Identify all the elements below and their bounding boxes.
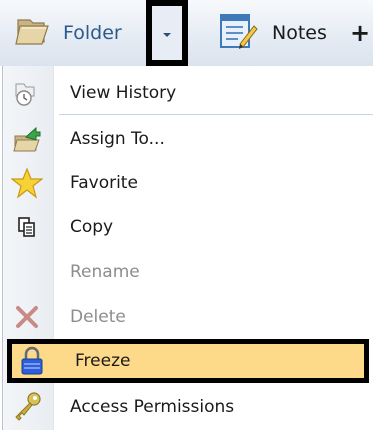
menu-item-label: Access Permissions [70, 397, 235, 417]
menu-item-view-history[interactable]: View History [3, 72, 373, 114]
folder-dropdown-button[interactable] [146, 0, 188, 66]
menu-item-freeze[interactable]: Freeze [7, 339, 369, 383]
menu-item-delete: Delete [3, 296, 373, 338]
menu-item-label: Favorite [70, 173, 138, 193]
folder-icon [14, 14, 54, 52]
add-button[interactable]: + [350, 18, 370, 48]
menu-item-rename: Rename [3, 251, 373, 293]
key-icon [11, 391, 43, 423]
menu-item-access-permissions[interactable]: Access Permissions [3, 386, 373, 428]
lock-icon [16, 345, 48, 377]
notes-icon [218, 12, 258, 54]
folder-button[interactable]: Folder [14, 13, 122, 53]
notes-button[interactable]: Notes [218, 13, 327, 53]
menu-item-assign-to[interactable]: Assign To... [3, 118, 373, 160]
chevron-down-icon [161, 24, 173, 43]
delete-icon [11, 301, 43, 333]
notes-label: Notes [272, 22, 327, 44]
menu-item-copy[interactable]: Copy [3, 206, 373, 248]
menu-item-label: Delete [70, 307, 126, 327]
toolbar: Folder Notes + [0, 0, 373, 66]
star-icon [11, 167, 43, 199]
copy-icon [11, 211, 43, 243]
menu-item-label: Rename [70, 262, 140, 282]
folder-label: Folder [63, 22, 122, 44]
assign-icon [11, 123, 43, 155]
menu-separator [59, 114, 373, 115]
menu-item-label: Assign To... [70, 129, 165, 149]
folder-dropdown-menu: View History Assign To... Favorite Copy … [2, 66, 373, 430]
history-icon [11, 77, 43, 109]
menu-item-favorite[interactable]: Favorite [3, 162, 373, 204]
menu-item-label: Copy [70, 217, 114, 237]
menu-item-label: View History [70, 83, 177, 103]
menu-item-label: Freeze [75, 351, 131, 371]
